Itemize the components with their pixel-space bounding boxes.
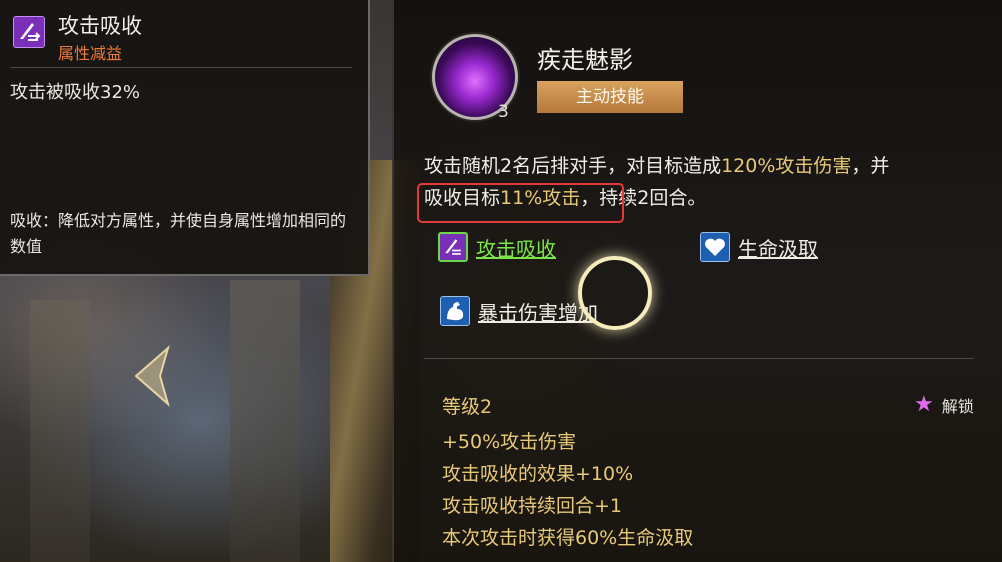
keyword-label: 攻击吸收 [476, 236, 556, 261]
section-divider [424, 358, 974, 359]
upgrade-effect-item: 攻击吸收的效果+10% [442, 463, 634, 485]
keyword-link-drain[interactable]: 生命汲取 [700, 232, 818, 262]
keyword-link-absorb[interactable]: 攻击吸收 [438, 232, 556, 262]
absorb-buff-icon [438, 232, 468, 262]
upgrade-effect-item: 攻击吸收持续回合+1 [442, 495, 623, 517]
tooltip-value: 攻击被吸收32% [10, 82, 141, 103]
tooltip-description: 吸收：降低对方属性，并使自身属性增加相同的数值 [10, 211, 347, 256]
tooltip-subtitle: 属性减益 [58, 44, 123, 63]
upgrade-effect-item: 本次攻击时获得60%生命汲取 [442, 527, 694, 549]
muscle-arm-icon [440, 296, 470, 326]
keyword-link-crit[interactable]: 暴击伤害增加 [440, 296, 598, 326]
tap-cursor-indicator [578, 256, 652, 330]
skill-name: 疾走魅影 [537, 46, 633, 74]
heart-icon [700, 232, 730, 262]
absorb-buff-icon [13, 16, 45, 48]
skill-type-tag: 主动技能 [537, 81, 683, 113]
tooltip-divider [10, 67, 352, 68]
highlight-callout-box [417, 183, 624, 223]
upgrade-effects-list: +50%攻击伤害 攻击吸收的效果+10% 攻击吸收持续回合+1 本次攻击时获得6… [442, 426, 693, 554]
tooltip-title: 攻击吸收 [58, 14, 142, 38]
keyword-label: 生命汲取 [738, 236, 818, 261]
skill-level-badge: 3 [498, 102, 509, 122]
status-tooltip: 攻击吸收 属性减益 攻击被吸收32% 吸收：降低对方属性，并使自身属性增加相同的… [0, 0, 370, 276]
star-icon: ★ [914, 392, 934, 417]
upgrade-effect-item: +50%攻击伤害 [442, 431, 577, 453]
unlock-status: ★ 解锁 [914, 392, 974, 417]
prev-arrow-icon[interactable] [128, 344, 178, 408]
unlock-label: 解锁 [941, 396, 974, 416]
upgrade-level-title: 等级2 [442, 396, 493, 418]
